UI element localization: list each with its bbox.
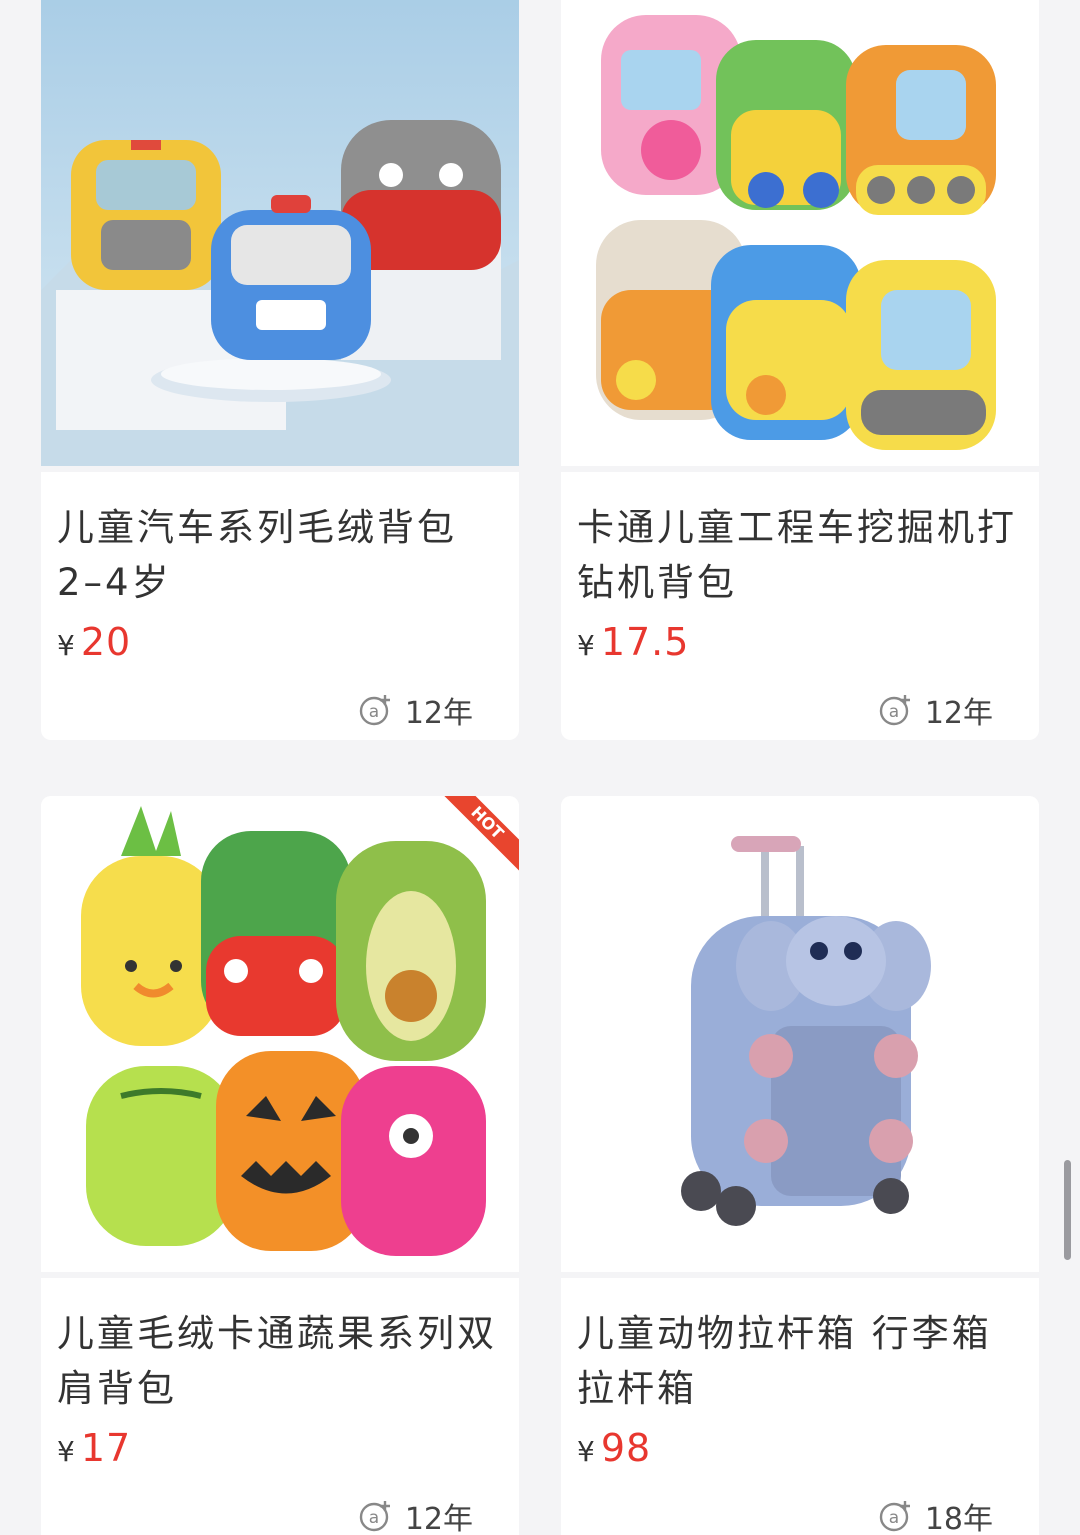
svg-text:a: a bbox=[889, 702, 899, 722]
product-price: 17.5 bbox=[600, 620, 690, 664]
price-row: ¥ 17 bbox=[57, 1426, 503, 1476]
product-image[interactable] bbox=[561, 0, 1039, 466]
currency-symbol: ¥ bbox=[577, 629, 595, 662]
seller-years: 18年 bbox=[924, 1502, 993, 1535]
product-info: 卡通儿童工程车挖掘机打钻机背包 ¥ 17.5 a 12年 bbox=[561, 472, 1039, 731]
hot-badge: HOT bbox=[439, 796, 519, 876]
product-meta: a 12年 bbox=[879, 690, 993, 731]
product-image[interactable] bbox=[41, 0, 519, 466]
product-card[interactable]: 儿童动物拉杆箱 行李箱拉杆箱 ¥ 98 a 18年 bbox=[561, 796, 1039, 1535]
seller-years: 12年 bbox=[924, 696, 993, 731]
product-price: 17 bbox=[80, 1426, 132, 1470]
currency-symbol: ¥ bbox=[577, 1435, 595, 1468]
seller-years: 12年 bbox=[404, 1502, 473, 1535]
product-title[interactable]: 儿童动物拉杆箱 行李箱拉杆箱 bbox=[577, 1306, 1023, 1416]
at-plus-icon: a bbox=[359, 695, 390, 726]
price-row: ¥ 17.5 bbox=[577, 620, 1023, 670]
product-info: 儿童汽车系列毛绒背包2–4岁 ¥ 20 a 12年 bbox=[41, 472, 519, 731]
svg-text:a: a bbox=[369, 702, 379, 722]
product-meta: a 18年 bbox=[879, 1496, 993, 1535]
car-backpacks-image bbox=[41, 0, 519, 466]
currency-symbol: ¥ bbox=[57, 629, 75, 662]
price-row: ¥ 20 bbox=[57, 620, 503, 670]
at-plus-icon: a bbox=[359, 1501, 390, 1532]
hot-badge-label: HOT bbox=[439, 796, 519, 874]
product-meta: a 12年 bbox=[359, 1496, 473, 1535]
product-card[interactable]: 卡通儿童工程车挖掘机打钻机背包 ¥ 17.5 a 12年 bbox=[561, 0, 1039, 740]
product-card[interactable]: HOT 儿童毛绒卡通蔬果系列双肩背包 ¥ 17 a 12年 bbox=[41, 796, 519, 1535]
product-title[interactable]: 卡通儿童工程车挖掘机打钻机背包 bbox=[577, 500, 1023, 610]
product-price: 98 bbox=[600, 1426, 652, 1470]
product-title[interactable]: 儿童毛绒卡通蔬果系列双肩背包 bbox=[57, 1306, 503, 1416]
price-row: ¥ 98 bbox=[577, 1426, 1023, 1476]
product-price: 20 bbox=[80, 620, 132, 664]
scrollbar[interactable] bbox=[1064, 1160, 1071, 1260]
product-info: 儿童动物拉杆箱 行李箱拉杆箱 ¥ 98 a 18年 bbox=[561, 1278, 1039, 1535]
product-grid-page: 儿童汽车系列毛绒背包2–4岁 ¥ 20 a 12年 卡通儿童工程车挖掘机打钻机背… bbox=[0, 0, 1080, 1535]
seller-years: 12年 bbox=[404, 696, 473, 731]
svg-text:a: a bbox=[889, 1508, 899, 1528]
elephant-suitcase-image bbox=[561, 796, 1039, 1272]
product-meta: a 12年 bbox=[359, 690, 473, 731]
at-plus-icon: a bbox=[879, 1501, 910, 1532]
construction-backpacks-image bbox=[561, 0, 1039, 466]
at-plus-icon: a bbox=[879, 695, 910, 726]
svg-text:a: a bbox=[369, 1508, 379, 1528]
currency-symbol: ¥ bbox=[57, 1435, 75, 1468]
product-card[interactable]: 儿童汽车系列毛绒背包2–4岁 ¥ 20 a 12年 bbox=[41, 0, 519, 740]
product-image[interactable] bbox=[561, 796, 1039, 1272]
product-image[interactable]: HOT bbox=[41, 796, 519, 1272]
product-info: 儿童毛绒卡通蔬果系列双肩背包 ¥ 17 a 12年 bbox=[41, 1278, 519, 1535]
product-title[interactable]: 儿童汽车系列毛绒背包2–4岁 bbox=[57, 500, 503, 610]
